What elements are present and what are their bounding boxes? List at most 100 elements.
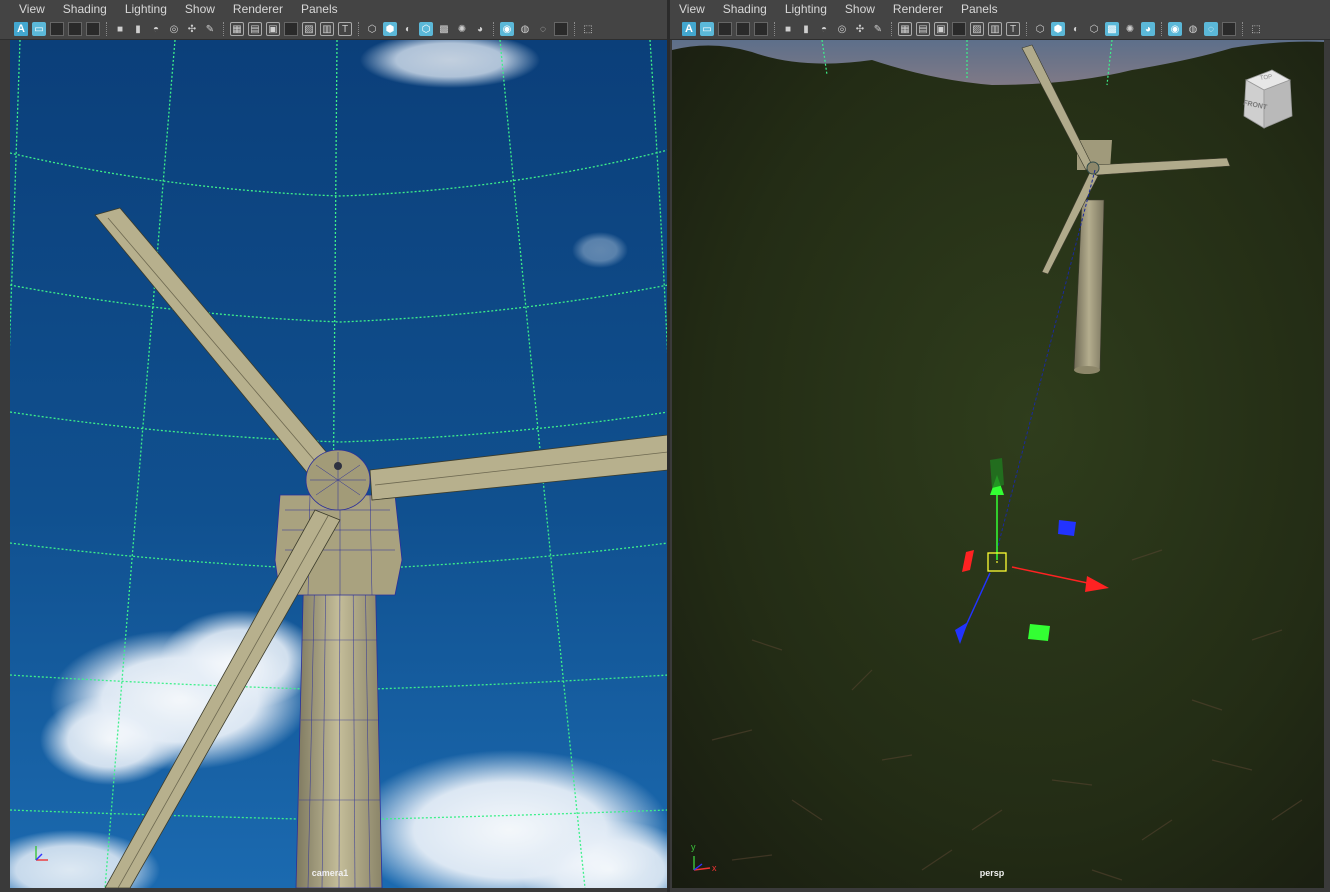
resolution-gate-icon[interactable]: ◎ <box>167 22 181 36</box>
safe-action-icon[interactable]: ▤ <box>248 22 262 36</box>
film-gate-icon[interactable]: ◓ <box>149 22 163 36</box>
lock-camera-icon[interactable]: ▮ <box>131 22 145 36</box>
toolbar-separator <box>574 22 576 36</box>
select-camera-icon[interactable]: ▭ <box>32 22 46 36</box>
toolbar-separator <box>1242 22 1244 36</box>
film-icon[interactable]: ▥ <box>988 22 1002 36</box>
toolbar-separator <box>1161 22 1163 36</box>
isolate-select-icon[interactable]: ⬚ <box>581 22 595 36</box>
toolbar-separator <box>223 22 225 36</box>
menu-renderer[interactable]: Renderer <box>884 0 952 19</box>
menu-lighting[interactable]: Lighting <box>116 0 176 19</box>
menu-panels[interactable]: Panels <box>952 0 1007 19</box>
motion-blur-icon[interactable]: ◍ <box>518 22 532 36</box>
resolution-gate-icon[interactable]: ◎ <box>835 22 849 36</box>
menu-lighting[interactable]: Lighting <box>776 0 836 19</box>
isolate-select-icon[interactable]: ⬚ <box>1249 22 1263 36</box>
menu-show[interactable]: Show <box>836 0 884 19</box>
menu-show[interactable]: Show <box>176 0 224 19</box>
text-icon[interactable]: T <box>338 22 352 36</box>
toolbar-separator <box>493 22 495 36</box>
textured-icon[interactable]: ▩ <box>1105 22 1119 36</box>
film-gate-icon[interactable]: ◓ <box>817 22 831 36</box>
menu-shading[interactable]: Shading <box>714 0 776 19</box>
camera-icon[interactable]: ■ <box>113 22 127 36</box>
lights-icon[interactable]: ✺ <box>1123 22 1137 36</box>
gate-mask-icon[interactable]: ✣ <box>185 22 199 36</box>
antialias-icon[interactable]: ◌ <box>1204 22 1218 36</box>
motion-blur-icon[interactable]: ◍ <box>1186 22 1200 36</box>
image-plane-icon[interactable] <box>754 22 768 36</box>
camera1-scene <box>10 40 668 888</box>
film-icon[interactable]: ▥ <box>320 22 334 36</box>
safe-action-icon[interactable]: ▤ <box>916 22 930 36</box>
camera-name-label: persp <box>979 868 1005 878</box>
wireframe-icon[interactable]: ⬡ <box>365 22 379 36</box>
antialias-icon[interactable]: ◌ <box>536 22 550 36</box>
pencil-icon[interactable]: ✎ <box>203 22 217 36</box>
menu-renderer[interactable]: Renderer <box>224 0 292 19</box>
grid-icon[interactable]: ▦ <box>230 22 244 36</box>
wireframe-icon[interactable]: ⬡ <box>1033 22 1047 36</box>
panel-menu-bar: View Shading Lighting Show Renderer Pane… <box>0 0 668 19</box>
depth-of-field-icon[interactable] <box>1222 22 1236 36</box>
view-cube[interactable]: TOP FRONT <box>1238 68 1294 129</box>
select-camera-icon[interactable]: ▭ <box>700 22 714 36</box>
default-material-icon[interactable]: ◐ <box>401 22 415 36</box>
panel-menu-bar: View Shading Lighting Show Renderer Pane… <box>670 0 1330 19</box>
textured-icon[interactable]: ▩ <box>437 22 451 36</box>
gate-mask-icon[interactable]: ✣ <box>853 22 867 36</box>
toolbar-separator <box>891 22 893 36</box>
bookmark-icon[interactable] <box>68 22 82 36</box>
ambient-occlusion-icon[interactable]: ◉ <box>500 22 514 36</box>
viewport-panel-persp: View Shading Lighting Show Renderer Pane… <box>670 0 1330 892</box>
smooth-shade-icon[interactable]: ⬢ <box>383 22 397 36</box>
depth-of-field-icon[interactable] <box>554 22 568 36</box>
lights-icon[interactable]: ✺ <box>455 22 469 36</box>
image-icon[interactable]: ▨ <box>302 22 316 36</box>
camera-attributes-icon[interactable] <box>50 22 64 36</box>
camera-attributes-icon[interactable] <box>718 22 732 36</box>
windmill-hub <box>305 449 371 511</box>
viewport-camera1[interactable]: camera1 <box>10 40 668 888</box>
smooth-shade-icon[interactable]: ⬢ <box>1051 22 1065 36</box>
pencil-icon[interactable]: ✎ <box>871 22 885 36</box>
camera-icon[interactable]: ■ <box>781 22 795 36</box>
auto-select-icon[interactable]: A <box>14 22 28 36</box>
toolbar-separator <box>774 22 776 36</box>
panel-toolbar: A ▭ ■ ▮ ◓ ◎ ✣ ✎ ▦ ▤ ▣ ▨ ▥ T ⬡ ⬢ ◐ ⬡ ▩ ✺ … <box>670 19 1330 40</box>
shadows-icon[interactable]: ◕ <box>473 22 487 36</box>
safe-title-icon[interactable]: ▣ <box>934 22 948 36</box>
axis-indicator: y x <box>688 842 717 873</box>
ambient-occlusion-icon[interactable]: ◉ <box>1168 22 1182 36</box>
viewport-persp[interactable]: TOP FRONT y x persp <box>672 40 1324 888</box>
bookmark-icon[interactable] <box>736 22 750 36</box>
auto-select-icon[interactable]: A <box>682 22 696 36</box>
image-plane-icon[interactable] <box>86 22 100 36</box>
image-icon[interactable]: ▨ <box>970 22 984 36</box>
shadows-icon[interactable]: ◕ <box>1141 22 1155 36</box>
axis-x-label: x <box>712 863 717 873</box>
default-material-icon[interactable]: ◐ <box>1069 22 1083 36</box>
wireframe-on-shaded-icon[interactable]: ⬡ <box>419 22 433 36</box>
menu-view[interactable]: View <box>0 0 54 19</box>
menu-panels[interactable]: Panels <box>292 0 347 19</box>
panel-toolbar: A ▭ ■ ▮ ◓ ◎ ✣ ✎ ▦ ▤ ▣ ▨ ▥ T ⬡ ⬢ ◐ ⬡ ▩ ✺ … <box>0 19 668 40</box>
viewport-panel-camera1: View Shading Lighting Show Renderer Pane… <box>0 0 668 892</box>
toolbar-separator <box>106 22 108 36</box>
grid-icon[interactable]: ▦ <box>898 22 912 36</box>
safe-title-icon[interactable]: ▣ <box>266 22 280 36</box>
text-icon[interactable]: T <box>1006 22 1020 36</box>
camera-name-label: camera1 <box>311 868 349 878</box>
field-chart-icon[interactable] <box>952 22 966 36</box>
menu-shading[interactable]: Shading <box>54 0 116 19</box>
field-chart-icon[interactable] <box>284 22 298 36</box>
toolbar-separator <box>1026 22 1028 36</box>
axis-y-label: y <box>691 842 696 852</box>
menu-view[interactable]: View <box>670 0 714 19</box>
persp-scene <box>672 40 1324 888</box>
toolbar-separator <box>358 22 360 36</box>
axis-indicator <box>34 840 58 864</box>
lock-camera-icon[interactable]: ▮ <box>799 22 813 36</box>
wireframe-on-shaded-icon[interactable]: ⬡ <box>1087 22 1101 36</box>
